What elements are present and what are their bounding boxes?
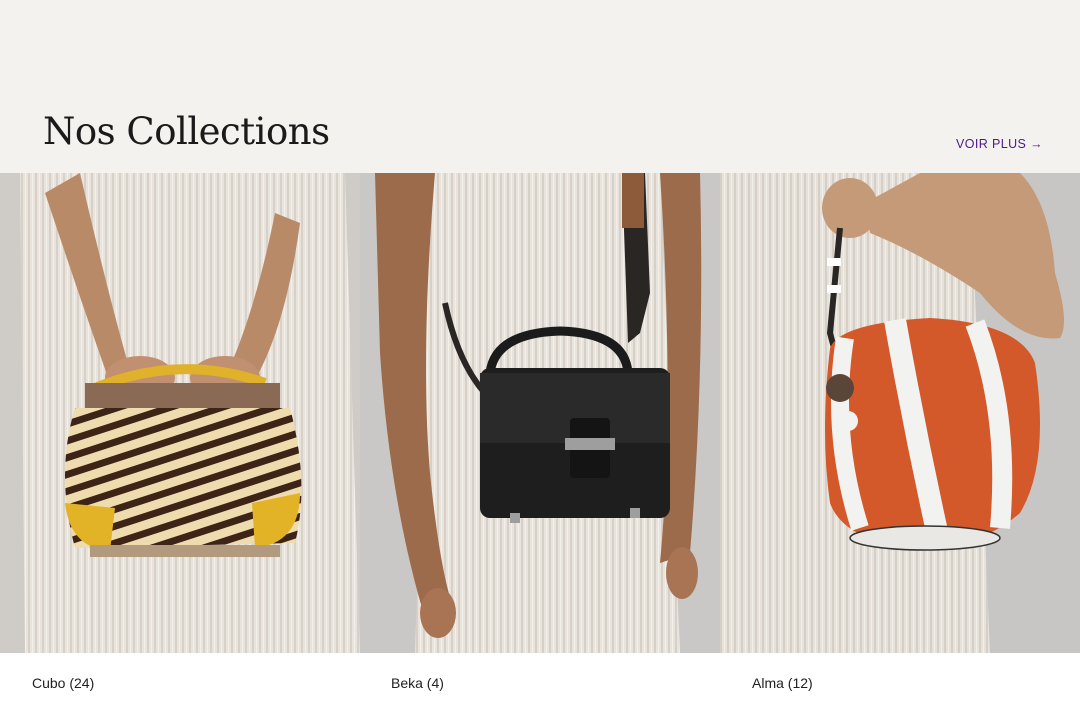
collection-caption-beka[interactable]: Beka (4) xyxy=(391,675,444,691)
section-title: Nos Collections xyxy=(43,110,330,153)
collection-image-alma xyxy=(720,173,1080,653)
collection-caption-alma[interactable]: Alma (12) xyxy=(752,675,813,691)
collections-header: Nos Collections VOIR PLUS → xyxy=(0,0,1080,173)
collection-grid xyxy=(0,173,1080,653)
collection-image-beka xyxy=(360,173,720,653)
arrow-right-icon: → xyxy=(1030,137,1044,151)
see-more-link[interactable]: VOIR PLUS → xyxy=(956,137,1043,151)
collection-card-alma[interactable] xyxy=(720,173,1080,653)
collection-image-cubo xyxy=(0,173,360,653)
see-more-label: VOIR PLUS xyxy=(956,137,1027,151)
collection-card-cubo[interactable] xyxy=(0,173,360,653)
collection-captions: Cubo (24) Beka (4) Alma (12) xyxy=(0,653,1080,715)
collection-caption-cubo[interactable]: Cubo (24) xyxy=(32,675,94,691)
collection-card-beka[interactable] xyxy=(360,173,720,653)
